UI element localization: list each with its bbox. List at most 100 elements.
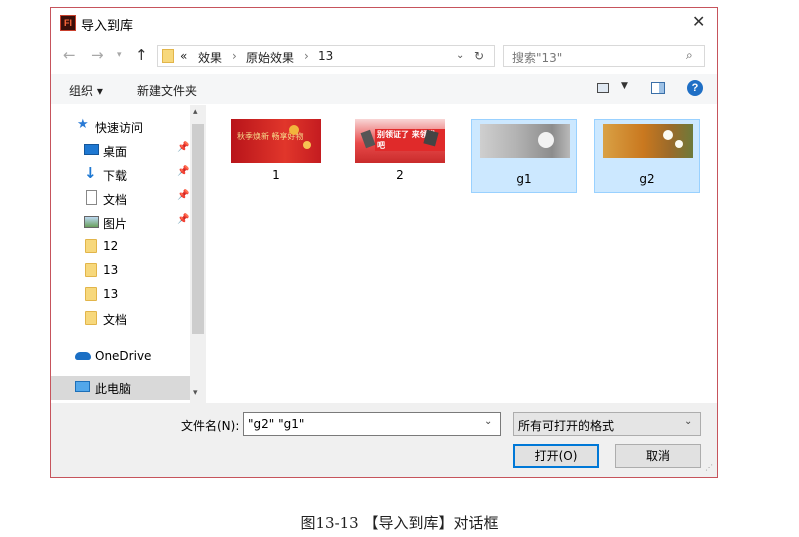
bottom-panel: 文件名(N): "g2" "g1" ⌄ 所有可打开的格式 ⌄ 打开(O) 取消 … xyxy=(51,403,717,477)
back-arrow-icon[interactable]: ← xyxy=(63,46,76,64)
filename-dropdown-chevron-icon[interactable]: ⌄ xyxy=(484,416,492,427)
breadcrumb-overflow[interactable]: « xyxy=(180,49,187,63)
breadcrumb-item[interactable]: 效果 xyxy=(198,49,222,66)
sidebar-item-label: OneDrive xyxy=(95,349,152,363)
filename-value[interactable]: "g2" "g1" xyxy=(248,417,304,431)
search-box[interactable]: 搜索"13" ⌕ xyxy=(503,45,705,67)
sidebar-item-label: 文档 xyxy=(103,193,128,207)
organize-menu[interactable]: 组织 ▾ xyxy=(69,82,103,99)
file-name: 2 xyxy=(396,168,404,182)
dialog-title: 导入到库 xyxy=(81,19,134,34)
flower-graphic-icon xyxy=(663,130,673,140)
title-bar: Fl 导入到库 ✕ xyxy=(51,8,717,38)
file-list: 秋季焕新 畅享好物 1 别领证了 来领券吧 2 g1 g2 xyxy=(207,105,717,403)
sidebar-item-pictures[interactable]: 图片 📌 xyxy=(51,211,190,233)
navigation-bar: ← → ▾ ↑ « 效果 › 原始效果 › 13 ⌄ ↻ 搜索"13" ⌕ xyxy=(51,41,717,69)
help-icon[interactable]: ? xyxy=(687,80,703,96)
folder-icon xyxy=(85,287,97,301)
filetype-chevron-down-icon[interactable]: ⌄ xyxy=(684,416,692,427)
recent-chevron-down-icon[interactable]: ▾ xyxy=(117,50,122,60)
navigation-pane: ★ 快速访问 桌面 📌 ↓ 下载 📌 文档 📌 图片 📌 12 13 13 文档… xyxy=(51,105,206,403)
flower-graphic-icon xyxy=(675,140,683,148)
pin-icon[interactable]: 📌 xyxy=(177,214,189,225)
pin-icon[interactable]: 📌 xyxy=(177,166,189,177)
filename-label: 文件名(N): xyxy=(181,419,240,433)
search-icon[interactable]: ⌕ xyxy=(686,48,693,63)
sidebar-item-label: 13 xyxy=(103,263,119,277)
breadcrumb-separator-icon: › xyxy=(232,49,237,63)
breadcrumb-item[interactable]: 原始效果 xyxy=(246,49,294,66)
file-tile-2[interactable]: 别领证了 来领券吧 2 xyxy=(347,113,453,187)
folder-icon xyxy=(85,239,97,253)
file-thumbnail: 别领证了 来领券吧 xyxy=(355,119,445,163)
document-icon xyxy=(86,190,97,205)
open-button[interactable]: 打开(O) xyxy=(513,444,599,468)
sidebar-item-folder-13[interactable]: 13 xyxy=(51,283,190,305)
breadcrumb-item[interactable]: 13 xyxy=(318,49,333,63)
sidebar-item-folder-13[interactable]: 13 xyxy=(51,259,190,281)
flower-graphic-icon xyxy=(538,132,554,148)
desktop-icon xyxy=(84,144,99,155)
sidebar-item-quick-access[interactable]: ★ 快速访问 xyxy=(51,115,190,137)
computer-icon xyxy=(75,381,90,392)
phone-graphic-icon xyxy=(360,129,376,149)
pin-icon[interactable]: 📌 xyxy=(177,142,189,153)
sidebar-item-desktop[interactable]: 桌面 📌 xyxy=(51,139,190,161)
sidebar-item-downloads[interactable]: ↓ 下载 📌 xyxy=(51,163,190,185)
scroll-up-icon[interactable]: ▴ xyxy=(193,107,198,117)
filename-input[interactable]: "g2" "g1" ⌄ xyxy=(243,412,501,436)
up-arrow-icon[interactable]: ↑ xyxy=(135,46,148,64)
sidebar-item-label: 桌面 xyxy=(103,145,128,159)
forward-arrow-icon[interactable]: → xyxy=(91,46,104,64)
preview-pane-icon[interactable] xyxy=(651,82,665,94)
toolbar: 组织 ▾ 新建文件夹 ▼ ? xyxy=(51,74,717,104)
sidebar-item-label: 文档 xyxy=(103,313,128,327)
sidebar-item-folder-12[interactable]: 12 xyxy=(51,235,190,257)
pin-icon[interactable]: 📌 xyxy=(177,190,189,201)
view-chevron-down-icon[interactable]: ▼ xyxy=(621,81,628,91)
decoration-icon xyxy=(303,141,311,149)
scroll-down-icon[interactable]: ▾ xyxy=(193,388,198,398)
breadcrumb-separator-icon: › xyxy=(304,49,309,63)
figure-caption: 图13-13 【导入到库】对话框 xyxy=(300,514,499,532)
sidebar-item-this-pc[interactable]: 此电脑 xyxy=(51,376,190,400)
sidebar-item-label: 此电脑 xyxy=(95,382,132,396)
sidebar-item-documents[interactable]: 文档 📌 xyxy=(51,187,190,209)
file-name: g1 xyxy=(516,172,532,186)
address-dropdown-chevron-icon[interactable]: ⌄ xyxy=(456,50,464,61)
file-thumbnail xyxy=(603,124,693,158)
cloud-icon xyxy=(75,352,91,360)
close-icon[interactable]: ✕ xyxy=(692,12,705,31)
download-icon: ↓ xyxy=(84,164,97,182)
folder-icon xyxy=(162,49,174,63)
refresh-icon[interactable]: ↻ xyxy=(474,49,484,63)
view-options-icon[interactable] xyxy=(597,83,609,93)
filetype-select[interactable]: 所有可打开的格式 ⌄ xyxy=(513,412,701,436)
file-name: g2 xyxy=(639,172,655,186)
sidebar-item-label: 12 xyxy=(103,239,119,253)
search-placeholder[interactable]: 搜索"13" xyxy=(512,49,562,66)
file-tile-1[interactable]: 秋季焕新 畅享好物 1 xyxy=(223,113,329,187)
file-tile-g2[interactable]: g2 xyxy=(594,119,700,193)
sidebar-item-label: 13 xyxy=(103,287,119,301)
cancel-button[interactable]: 取消 xyxy=(615,444,701,468)
decoration-icon xyxy=(289,125,299,135)
filetype-value[interactable]: 所有可打开的格式 xyxy=(518,417,614,434)
sidebar-item-label: 下载 xyxy=(103,169,128,183)
scrollbar-thumb[interactable] xyxy=(192,124,204,334)
resize-grip-icon[interactable]: ⋰ xyxy=(705,463,713,472)
import-to-library-dialog: Fl 导入到库 ✕ ← → ▾ ↑ « 效果 › 原始效果 › 13 ⌄ ↻ 搜… xyxy=(50,7,718,478)
sidebar-item-label: 快速访问 xyxy=(95,121,144,135)
flash-app-icon: Fl xyxy=(60,15,76,31)
file-name: 1 xyxy=(272,168,280,182)
file-thumbnail xyxy=(480,124,570,158)
pictures-icon xyxy=(84,216,99,228)
address-bar[interactable]: « 效果 › 原始效果 › 13 ⌄ ↻ xyxy=(157,45,495,67)
file-tile-g1[interactable]: g1 xyxy=(471,119,577,193)
sidebar-item-onedrive[interactable]: OneDrive xyxy=(51,345,190,367)
folder-icon xyxy=(85,263,97,277)
file-thumbnail: 秋季焕新 畅享好物 xyxy=(231,119,321,163)
star-icon: ★ xyxy=(77,117,89,132)
new-folder-button[interactable]: 新建文件夹 xyxy=(137,82,197,99)
sidebar-item-folder-documents[interactable]: 文档 xyxy=(51,307,190,329)
